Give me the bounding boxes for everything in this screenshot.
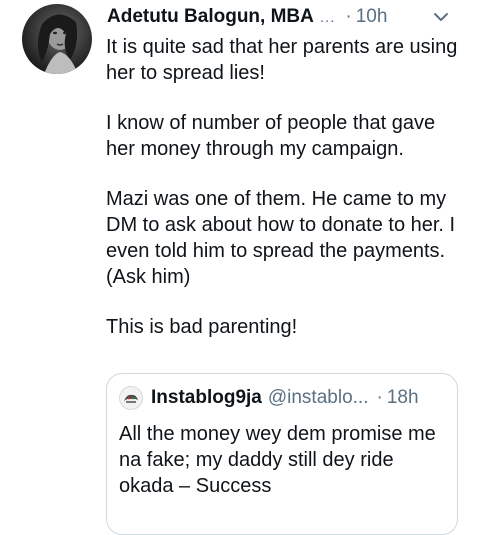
tweet-timestamp[interactable]: 10h <box>356 6 388 28</box>
tweet-paragraph: This is bad parenting! <box>106 316 298 338</box>
quoted-tweet-text: All the money wey dem promise me na fake… <box>119 423 436 497</box>
name-overflow: ... <box>319 8 336 26</box>
author-name[interactable]: Adetutu Balogun, MBA <box>107 6 314 28</box>
quoted-tweet-timestamp: 18h <box>386 387 419 408</box>
separator-dot: · <box>345 6 352 27</box>
author-avatar[interactable] <box>22 4 92 74</box>
author-photo <box>38 14 78 74</box>
quoted-author-handle: @instablo... <box>267 387 369 408</box>
instablog9ja-logo-icon <box>119 386 143 410</box>
tweet-paragraph: It is quite sad that her parents are usi… <box>106 36 458 84</box>
chevron-down-icon[interactable] <box>432 8 450 26</box>
quoted-tweet-header: Instablog9ja @instablo... · 18h <box>119 386 447 410</box>
quoted-author-name: Instablog9ja <box>151 387 262 408</box>
tweet-paragraph: I know of number of people that gave her… <box>106 112 436 160</box>
quoted-tweet-card[interactable]: Instablog9ja @instablo... · 18h All the … <box>106 373 458 535</box>
separator-dot: · <box>376 387 383 408</box>
tweet-body: It is quite sad that her parents are usi… <box>106 34 466 340</box>
tweet-header: Adetutu Balogun, MBA ... · 10h <box>107 6 470 28</box>
tweet-paragraph: Mazi was one of them. He came to my DM t… <box>106 188 456 288</box>
